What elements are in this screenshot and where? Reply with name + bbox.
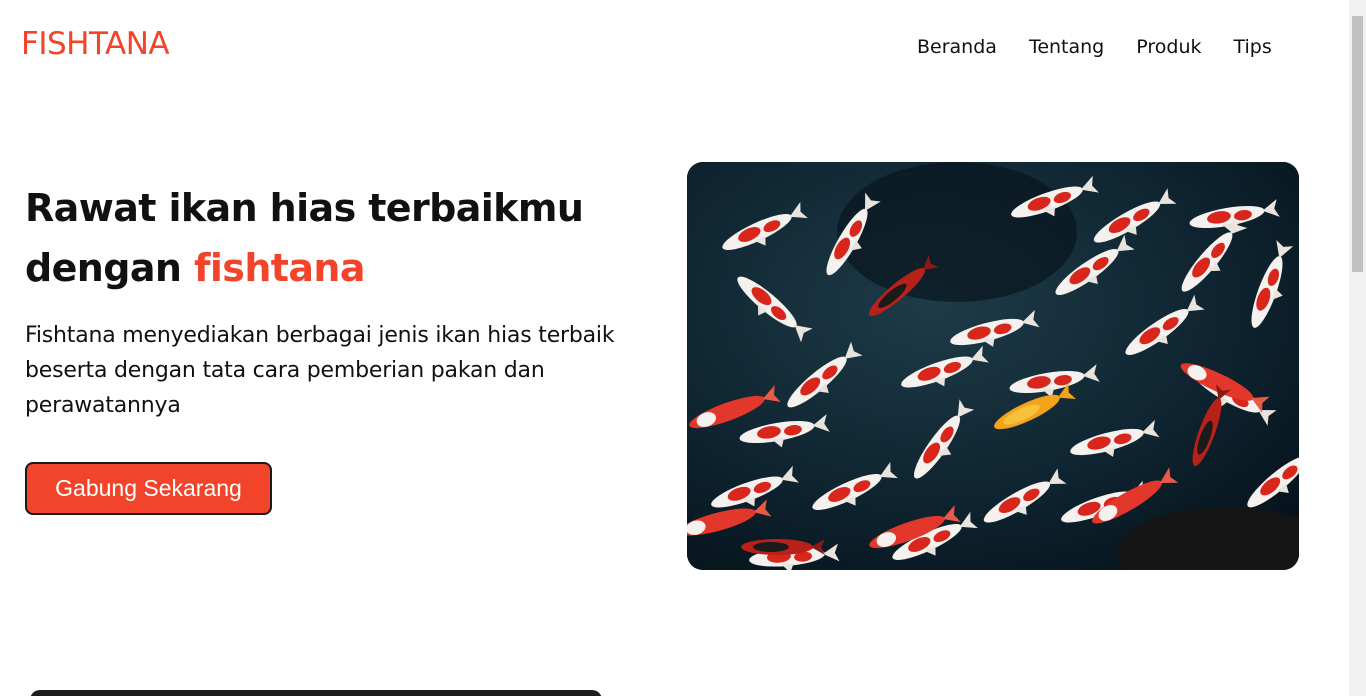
scrollbar-thumb[interactable]: [1352, 16, 1363, 272]
hero-image-koi-pond: [687, 162, 1299, 570]
hero-title-prefix: dengan: [25, 246, 194, 290]
hero-title: Rawat ikan hias terbaikmu dengan fishtan…: [25, 178, 645, 298]
brand-logo[interactable]: FISHTANA: [21, 26, 170, 62]
nav-item-produk[interactable]: Produk: [1136, 36, 1201, 58]
hero-title-accent: fishtana: [193, 246, 366, 290]
nav-item-tentang[interactable]: Tentang: [1029, 36, 1104, 58]
next-section-preview: [30, 690, 602, 696]
koi-pond-illustration: [687, 162, 1299, 570]
main-nav: Beranda Tentang Produk Tips: [917, 36, 1304, 58]
hero-title-line1: Rawat ikan hias terbaikmu: [25, 186, 584, 230]
nav-item-beranda[interactable]: Beranda: [917, 36, 997, 58]
page: FISHTANA Beranda Tentang Produk Tips Raw…: [0, 0, 1349, 696]
vertical-scrollbar[interactable]: [1349, 0, 1366, 696]
join-now-button[interactable]: Gabung Sekarang: [25, 462, 272, 515]
hero-description: Fishtana menyediakan berbagai jenis ikan…: [25, 323, 615, 418]
nav-item-tips[interactable]: Tips: [1234, 36, 1272, 58]
